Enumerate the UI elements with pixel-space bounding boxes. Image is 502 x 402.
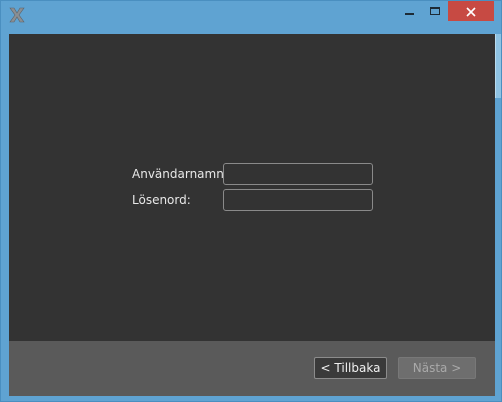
title-bar[interactable] (1, 1, 501, 29)
back-button[interactable]: < Tillbaka (314, 357, 387, 379)
scrollbar-edge[interactable] (495, 34, 501, 98)
x-logo-icon (9, 7, 25, 23)
username-label: Användarnamn: (132, 167, 228, 181)
password-label: Lösenord: (132, 193, 191, 207)
username-input[interactable] (223, 163, 373, 185)
wizard-footer: < Tillbaka Nästa > (9, 341, 495, 396)
maximize-button[interactable] (422, 1, 448, 21)
maximize-icon (430, 7, 440, 15)
minimize-icon (404, 13, 414, 15)
password-input[interactable] (223, 189, 373, 211)
close-icon (466, 2, 476, 21)
next-button[interactable]: Nästa > (398, 357, 476, 379)
close-button[interactable] (448, 1, 494, 21)
minimize-button[interactable] (396, 1, 422, 21)
login-form: Användarnamn: Lösenord: (9, 34, 495, 341)
app-window: Användarnamn: Lösenord: < Tillbaka Nästa… (0, 0, 502, 402)
client-area: Användarnamn: Lösenord: < Tillbaka Nästa… (9, 34, 495, 396)
